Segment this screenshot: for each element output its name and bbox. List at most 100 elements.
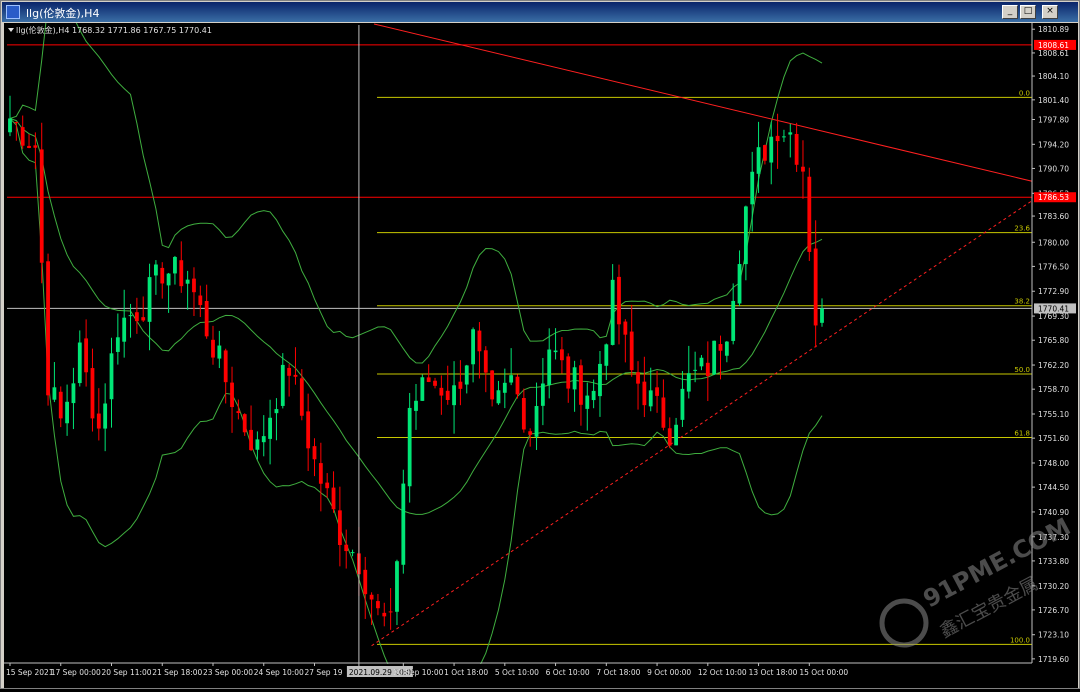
- price-chart[interactable]: 0.0 23.6 38.2 50.0 61.8 100.0 1810.89 1808.61 1…: [4, 0, 1078, 688]
- time-tick-label: 23 Sep 00:00: [203, 668, 253, 677]
- candle-body: [223, 350, 228, 383]
- chart-canvas[interactable]: 0.023.638.250.061.8100.0 1810.891808.611…: [4, 0, 1078, 688]
- time-tick-label: 5 Oct 10:00: [495, 668, 539, 677]
- candle-body: [820, 308, 824, 323]
- price-tick-label: 1810.89: [1038, 25, 1069, 34]
- candle-body: [52, 387, 57, 400]
- candle-body: [192, 278, 196, 293]
- candle-body: [788, 132, 793, 135]
- candle-body: [477, 330, 482, 352]
- candle-body: [426, 377, 431, 382]
- candle-body: [598, 363, 602, 397]
- fib-label: 23.6: [1014, 225, 1030, 233]
- price-tick-label: 1733.80: [1038, 557, 1069, 566]
- chart-window-icon: [6, 5, 20, 19]
- candle-body: [39, 149, 44, 263]
- candle-body: [509, 375, 514, 383]
- price-tick-label: 1797.80: [1038, 115, 1069, 124]
- candle-body: [464, 365, 469, 385]
- candle-body: [306, 411, 311, 449]
- price-tick-label: 1804.10: [1038, 72, 1069, 81]
- candle-body: [255, 439, 260, 450]
- price-tick-label: 1723.10: [1038, 631, 1069, 640]
- resistance-trendline: [373, 23, 1043, 185]
- candle-body: [585, 395, 590, 409]
- price-tick-label: 1765.80: [1038, 336, 1069, 345]
- candle-body: [661, 397, 666, 428]
- candle-body: [680, 388, 685, 420]
- maximize-button[interactable]: □: [1020, 5, 1036, 19]
- candle-body: [179, 260, 184, 287]
- candle-body: [553, 350, 558, 353]
- candle-body: [274, 409, 279, 414]
- candle-body: [369, 594, 374, 600]
- price-tick-label: 1780.00: [1038, 238, 1069, 247]
- minimize-button[interactable]: _: [1002, 5, 1018, 19]
- price-tick-label: 1783.60: [1038, 212, 1069, 221]
- candle-body: [623, 321, 628, 335]
- fib-label: 50.0: [1014, 366, 1030, 374]
- candle-body: [743, 206, 748, 265]
- price-tag-label: 1786.53: [1038, 193, 1069, 202]
- candle-body: [769, 136, 774, 163]
- candle-body: [204, 300, 209, 337]
- candle-body: [84, 338, 89, 373]
- fib-label: 38.2: [1014, 298, 1030, 306]
- candle-body: [566, 356, 571, 389]
- candle-body: [280, 364, 285, 406]
- candle-body: [134, 312, 139, 322]
- time-tick-label: 20 Sep 11:00: [102, 668, 152, 677]
- candle-body: [58, 391, 63, 419]
- candle-body: [718, 344, 723, 351]
- price-tick-label: 1758.70: [1038, 385, 1069, 394]
- candle-body: [750, 171, 755, 205]
- price-tick-label: 1790.70: [1038, 164, 1069, 173]
- candle-body: [128, 315, 133, 317]
- candle-body: [496, 390, 501, 404]
- candle-body: [198, 295, 203, 306]
- candle-body: [439, 387, 444, 396]
- candle-body: [382, 612, 387, 617]
- candle-body: [318, 463, 323, 484]
- candle-body: [572, 367, 577, 390]
- candle-body: [8, 118, 12, 133]
- candle-body: [617, 276, 621, 325]
- candle-body: [801, 166, 805, 172]
- candle-body: [27, 145, 31, 148]
- candle-body: [813, 248, 818, 326]
- candle-body: [344, 544, 349, 552]
- price-tick-label: 1776.50: [1038, 262, 1069, 271]
- candle-body: [115, 337, 120, 352]
- candle-body: [648, 390, 653, 407]
- candle-body: [655, 387, 659, 396]
- candle-body: [103, 403, 108, 429]
- terminal-window: llg(伦敦金),H4 _ □ × 0.0 23.6 38.2 50.0 61.8 100…: [0, 0, 1080, 689]
- candle-body: [71, 383, 76, 404]
- candle-body: [77, 342, 82, 384]
- candle-body: [693, 369, 698, 371]
- candle-body: [782, 136, 786, 138]
- candle-body: [350, 552, 355, 554]
- candle-body: [268, 417, 272, 439]
- price-axis: 1810.89 1808.61 1804.10 1801.40 1797.80 1794.…: [1031, 23, 1078, 664]
- candle-body: [154, 264, 158, 276]
- title-bar[interactable]: llg(伦敦金),H4 _ □ ×: [2, 2, 1078, 22]
- candle-body: [33, 145, 38, 148]
- candle-body: [65, 401, 69, 424]
- candle-body: [642, 381, 647, 406]
- candle-body: [236, 411, 241, 414]
- price-tick-label: 1730.20: [1038, 582, 1069, 591]
- candle-body: [452, 385, 456, 406]
- price-tick-label: 1748.00: [1038, 459, 1069, 468]
- time-axis: 15 Sep 202117 Sep 00:00 20 Sep 11:00 21 Se…: [4, 662, 1078, 688]
- candle-body: [490, 370, 495, 400]
- fib-levels: 0.0 23.6 38.2 50.0 61.8 100.0: [377, 89, 1032, 645]
- time-tick-label: 30 Sep 10:00: [393, 668, 443, 677]
- price-tick-label: 1740.90: [1038, 508, 1069, 517]
- candle-body: [230, 382, 234, 408]
- fib-label: 0.0: [1019, 89, 1030, 97]
- chart-menu-arrow-icon[interactable]: [8, 28, 14, 32]
- candle-body: [299, 378, 304, 416]
- candle-body: [667, 428, 672, 446]
- close-button[interactable]: ×: [1042, 5, 1058, 19]
